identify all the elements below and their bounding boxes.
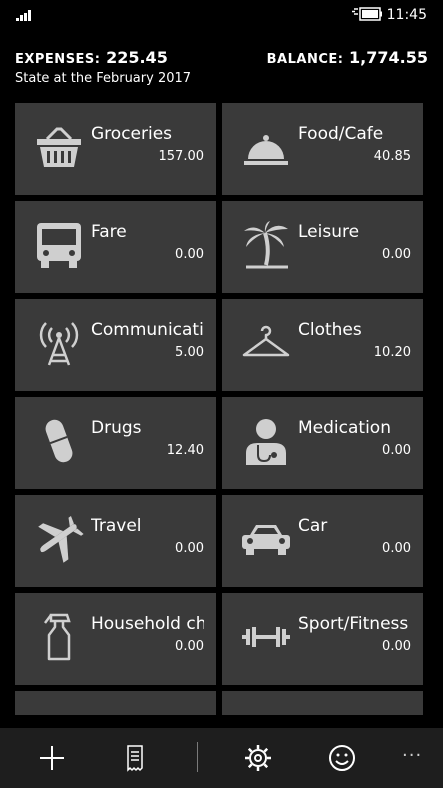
antenna-icon xyxy=(39,322,79,366)
category-grid: Groceries 157.00 Food/Cafe 40.85 Fare 0.… xyxy=(15,103,425,783)
pill-icon xyxy=(45,419,73,463)
doctor-icon xyxy=(246,419,286,465)
expenses-value: 225.45 xyxy=(106,48,168,67)
bus-icon xyxy=(37,223,81,268)
category-name: Fare xyxy=(91,222,127,242)
car-icon xyxy=(242,525,290,555)
category-amount: 0.00 xyxy=(175,247,204,262)
spray-bottle-icon xyxy=(44,613,71,661)
category-tile-car[interactable]: Car 0.00 xyxy=(222,495,423,587)
category-amount: 40.85 xyxy=(373,149,411,164)
category-name: Travel xyxy=(91,516,142,536)
basket-icon xyxy=(37,127,81,167)
category-name: Food/Cafe xyxy=(298,124,384,144)
balance-label: BALANCE: xyxy=(266,52,344,67)
category-name: Sport/Fitness xyxy=(298,614,409,634)
battery-charging-icon xyxy=(352,7,382,21)
expenses-summary: EXPENSES: 225.45 xyxy=(15,48,168,67)
category-amount: 5.00 xyxy=(175,345,204,360)
cloche-icon xyxy=(244,135,288,165)
category-name: Communications xyxy=(91,320,204,340)
category-tile-food-cafe[interactable]: Food/Cafe 40.85 xyxy=(222,103,423,195)
category-tile-medication[interactable]: Medication 0.00 xyxy=(222,397,423,489)
category-name: Drugs xyxy=(91,418,142,438)
category-tile-partial[interactable] xyxy=(222,691,423,715)
category-amount: 12.40 xyxy=(166,443,204,458)
category-tile-travel[interactable]: Travel 0.00 xyxy=(15,495,216,587)
category-name: Clothes xyxy=(298,320,362,340)
settings-icon[interactable] xyxy=(242,742,274,774)
category-tile-communications[interactable]: Communications 5.00 xyxy=(15,299,216,391)
app-bar: ··· xyxy=(0,728,443,788)
category-amount: 157.00 xyxy=(158,149,205,164)
category-tile-clothes[interactable]: Clothes 10.20 xyxy=(222,299,423,391)
category-amount: 0.00 xyxy=(382,247,411,262)
receipt-icon[interactable] xyxy=(119,742,151,774)
category-amount: 0.00 xyxy=(175,639,204,654)
category-amount: 0.00 xyxy=(382,639,411,654)
more-icon[interactable]: ··· xyxy=(402,745,422,766)
category-tile-sport-fitness[interactable]: Sport/Fitness 0.00 xyxy=(222,593,423,685)
category-tile-fare[interactable]: Fare 0.00 xyxy=(15,201,216,293)
category-amount: 0.00 xyxy=(382,443,411,458)
category-name: Car xyxy=(298,516,328,536)
category-name: Medication xyxy=(298,418,391,438)
expenses-label: EXPENSES: xyxy=(15,52,101,67)
category-tile-drugs[interactable]: Drugs 12.40 xyxy=(15,397,216,489)
clock: 11:45 xyxy=(386,7,427,23)
add-icon[interactable] xyxy=(36,742,68,774)
category-amount: 0.00 xyxy=(382,541,411,556)
signal-icon xyxy=(16,10,31,21)
category-tile-household-chemicals[interactable]: Household chemicals 0.00 xyxy=(15,593,216,685)
summary-header: EXPENSES: 225.45 BALANCE: 1,774.55 State… xyxy=(15,48,428,86)
category-name: Leisure xyxy=(298,222,360,242)
smiley-icon[interactable] xyxy=(326,742,358,774)
app-bar-separator xyxy=(197,742,198,772)
balance-value: 1,774.55 xyxy=(349,48,428,67)
category-tile-partial[interactable] xyxy=(15,691,216,715)
category-tile-groceries[interactable]: Groceries 157.00 xyxy=(15,103,216,195)
status-bar: 11:45 xyxy=(0,0,443,30)
dumbbell-icon xyxy=(242,627,290,647)
balance-summary: BALANCE: 1,774.55 xyxy=(267,48,428,67)
category-name: Groceries xyxy=(91,124,173,144)
category-name: Household chemicals xyxy=(91,614,204,634)
palm-tree-icon xyxy=(244,221,288,269)
airplane-icon xyxy=(38,515,84,563)
hanger-icon xyxy=(242,325,290,357)
category-tile-leisure[interactable]: Leisure 0.00 xyxy=(222,201,423,293)
category-amount: 0.00 xyxy=(175,541,204,556)
category-amount: 10.20 xyxy=(373,345,411,360)
state-text: State at the February 2017 xyxy=(15,71,192,86)
